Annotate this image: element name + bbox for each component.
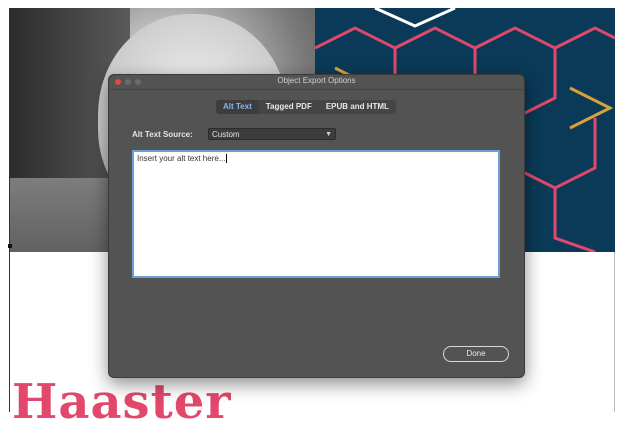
- tab-bar: Alt Text Tagged PDF EPUB and HTML: [216, 100, 396, 114]
- tab-epub-and-html[interactable]: EPUB and HTML: [319, 100, 396, 114]
- alt-text-source-label: Alt Text Source:: [132, 130, 193, 139]
- alt-text-source-select[interactable]: Custom ▼: [208, 128, 336, 140]
- chevron-down-icon: ▼: [325, 131, 332, 138]
- headline-text: Haaster: [12, 374, 232, 430]
- tab-alt-text[interactable]: Alt Text: [216, 100, 259, 114]
- text-caret: [226, 154, 228, 164]
- dialog-titlebar: Object Export Options: [109, 75, 524, 90]
- tab-tagged-pdf[interactable]: Tagged PDF: [259, 100, 319, 114]
- object-export-options-dialog: Object Export Options Alt Text Tagged PD…: [108, 74, 525, 378]
- dialog-title: Object Export Options: [277, 76, 356, 85]
- alt-text-field[interactable]: Insert your alt text here...: [132, 150, 500, 278]
- anchor-marker: [8, 244, 12, 248]
- alt-text-source-value: Custom: [212, 130, 240, 139]
- alt-text-value: Insert your alt text here...: [137, 154, 226, 163]
- done-button[interactable]: Done: [443, 346, 509, 362]
